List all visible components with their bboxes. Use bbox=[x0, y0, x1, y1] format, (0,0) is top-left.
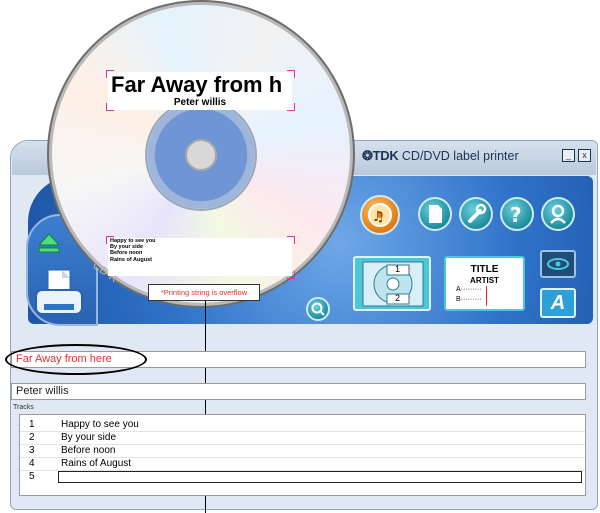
svg-text:♫: ♫ bbox=[372, 209, 385, 225]
tracks-list: 1 Happy to see you 2 By your side 3 Before … bbox=[19, 414, 586, 496]
layout-option-text[interactable]: TITLE ARTIST A········· B········· bbox=[444, 256, 525, 311]
tracks-label: Tracks bbox=[13, 404, 34, 411]
svg-text:?: ? bbox=[510, 203, 522, 227]
brand-logo: ❂TDK bbox=[362, 148, 399, 163]
layout-track-b: B········· bbox=[456, 296, 482, 303]
track-name: By your side bbox=[61, 432, 117, 443]
track-row[interactable]: 4 Rains of August bbox=[20, 458, 585, 471]
layout-track-b-label: B bbox=[456, 296, 461, 303]
track-name: Rains of August bbox=[61, 458, 132, 469]
layout-divider bbox=[486, 286, 487, 306]
callout-ellipse bbox=[5, 344, 147, 375]
app-title: CD/DVD label printer bbox=[401, 149, 519, 163]
layout-artist-text: ARTIST bbox=[470, 276, 499, 285]
minimize-button[interactable]: _ bbox=[562, 149, 575, 162]
wrench-icon bbox=[468, 203, 487, 223]
settings-button[interactable] bbox=[459, 197, 493, 231]
layout-slot-2: 2 bbox=[395, 293, 401, 303]
crop-mark bbox=[287, 271, 295, 279]
artist-input[interactable]: Peter willis bbox=[11, 383, 586, 400]
layout-title-text: TITLE bbox=[470, 264, 499, 275]
label-design-button[interactable]: ♫ bbox=[360, 195, 400, 235]
disc-artist-text: Peter willis bbox=[173, 97, 227, 108]
help-icon: ? bbox=[510, 203, 522, 227]
track-row[interactable]: 3 Before noon bbox=[20, 445, 585, 458]
crop-mark bbox=[287, 103, 295, 111]
support-button[interactable] bbox=[541, 197, 575, 231]
track-name: Before noon bbox=[61, 445, 116, 456]
support-icon bbox=[550, 204, 566, 224]
arrow-up-icon: ↑ bbox=[407, 264, 412, 274]
arrow-up-icon: ↑ bbox=[407, 293, 412, 303]
crop-mark bbox=[287, 70, 295, 78]
disc-track-line: Rains of August bbox=[110, 256, 152, 263]
track-name: Happy to see you bbox=[61, 419, 139, 430]
layout-track-a-label: A bbox=[456, 286, 461, 293]
track-row[interactable]: 1 Happy to see you bbox=[20, 419, 585, 432]
crop-mark bbox=[287, 236, 295, 244]
track-row[interactable]: 2 By your side bbox=[20, 432, 585, 445]
crop-mark bbox=[106, 70, 114, 78]
view-toggle-button[interactable] bbox=[540, 250, 576, 278]
track-number: 5 bbox=[29, 471, 35, 482]
layout-slot-1: 1 bbox=[395, 264, 401, 274]
help-button[interactable]: ? bbox=[500, 197, 534, 231]
layout-option-disc[interactable]: 1 2 ↑ ↑ bbox=[353, 256, 431, 311]
window-title: ❂TDK CD/DVD label printer bbox=[362, 148, 519, 164]
close-button[interactable]: x bbox=[578, 149, 591, 162]
magnifier-icon bbox=[311, 302, 325, 316]
new-document-button[interactable] bbox=[418, 197, 452, 231]
zoom-button[interactable] bbox=[306, 297, 330, 321]
music-disc-icon: ♫ bbox=[368, 203, 392, 227]
track-row[interactable]: 5 bbox=[20, 471, 585, 483]
track-number: 3 bbox=[29, 445, 35, 456]
font-button[interactable]: A bbox=[540, 288, 576, 318]
track-number: 2 bbox=[29, 432, 35, 443]
track-number: 1 bbox=[29, 419, 35, 430]
eye-icon bbox=[547, 258, 569, 270]
document-icon bbox=[429, 205, 442, 223]
crop-mark bbox=[106, 236, 114, 244]
track-number: 4 bbox=[29, 458, 35, 469]
disc-layout-icon bbox=[362, 261, 424, 307]
overflow-warning: *Printing string is overflow bbox=[148, 284, 260, 301]
disc-tracks-text: Happy to see you By your side Before noo… bbox=[108, 238, 292, 276]
layout-track-a: A········· bbox=[456, 286, 482, 293]
track-name-input[interactable] bbox=[58, 471, 582, 483]
crop-mark bbox=[106, 103, 114, 111]
